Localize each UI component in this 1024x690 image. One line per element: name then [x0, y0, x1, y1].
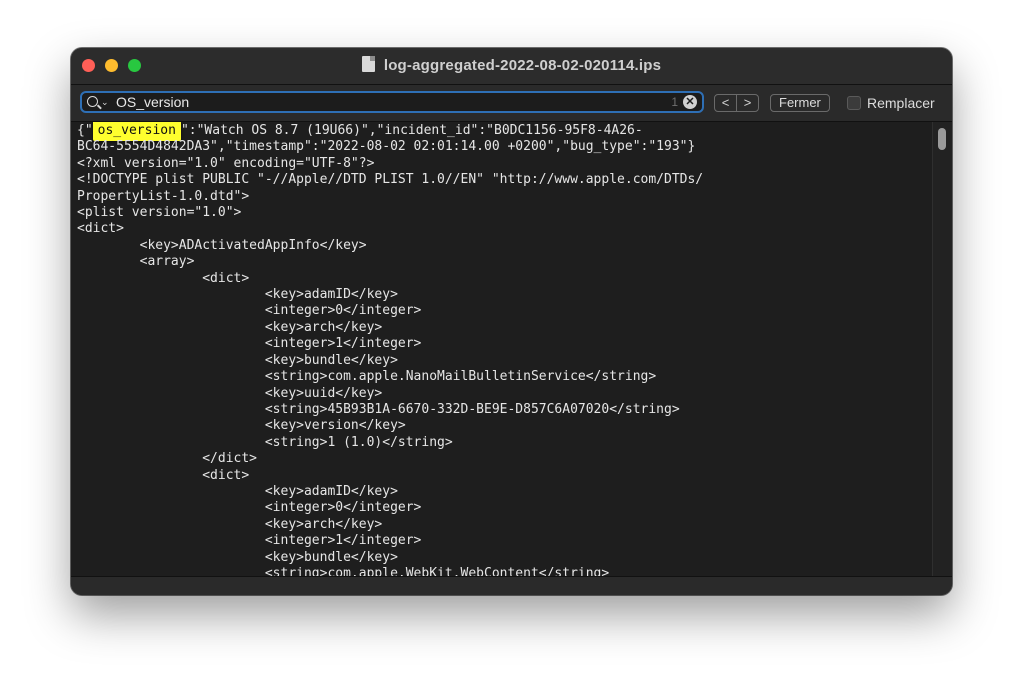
- match-count: 1: [671, 95, 678, 109]
- code-line: <key>adamID</key>: [77, 483, 398, 499]
- code-line: PropertyList-1.0.dtd">: [77, 188, 250, 204]
- window-bottom-bar: [71, 576, 952, 595]
- code-line: <key>bundle</key>: [77, 549, 398, 565]
- search-icon: [87, 96, 98, 107]
- find-bar: ⌄ OS_version 1 ✕ < > Fermer Remplacer: [71, 85, 952, 122]
- title-bar[interactable]: log-aggregated-2022-08-02-020114.ips: [71, 48, 952, 85]
- code-rest: ":"Watch OS 8.7 (19U66)","incident_id":"…: [180, 123, 643, 138]
- code-line: <array>: [77, 254, 195, 270]
- window-title-text: log-aggregated-2022-08-02-020114.ips: [383, 57, 662, 74]
- text-editor-window: log-aggregated-2022-08-02-020114.ips ⌄ O…: [71, 48, 952, 595]
- code-line: <key>arch</key>: [77, 516, 383, 532]
- code-line: <key>adamID</key>: [77, 287, 398, 303]
- close-find-button[interactable]: Fermer: [770, 94, 830, 112]
- code-lines: BC64-5554D4842DA3","timestamp":"2022-08-…: [77, 139, 703, 577]
- code-line: <integer>0</integer>: [77, 303, 422, 319]
- match-navigation: < >: [714, 94, 759, 112]
- code-line: <key>ADActivatedAppInfo</key>: [77, 237, 367, 253]
- code-line: <!DOCTYPE plist PUBLIC "-//Apple//DTD PL…: [77, 172, 704, 188]
- search-options-button[interactable]: ⌄: [87, 94, 109, 109]
- scroll-thumb[interactable]: [938, 128, 946, 150]
- code-line: <integer>1</integer>: [77, 533, 422, 549]
- code-line: <key>bundle</key>: [77, 352, 398, 368]
- code-line: <integer>1</integer>: [77, 336, 422, 352]
- vertical-scrollbar[interactable]: [932, 122, 952, 577]
- clear-search-button[interactable]: ✕: [683, 95, 697, 109]
- code-line: <string>1 (1.0)</string>: [77, 434, 453, 450]
- code-prefix: {": [77, 123, 93, 138]
- code-line: <key>arch</key>: [77, 319, 383, 335]
- code-line: <string>com.apple.NanoMailBulletinServic…: [77, 369, 657, 385]
- next-match-button[interactable]: >: [736, 95, 758, 111]
- search-field-value[interactable]: OS_version: [116, 94, 189, 110]
- code-line: <dict>: [77, 270, 250, 286]
- code-line: {" os_version ":"Watch OS 8.7 (19U66)","in…: [77, 122, 643, 141]
- previous-match-button[interactable]: <: [715, 95, 736, 111]
- code-line: <integer>0</integer>: [77, 500, 422, 516]
- chevron-down-icon: ⌄: [101, 97, 109, 107]
- replace-checkbox[interactable]: [847, 96, 861, 110]
- code-line: <key>uuid</key>: [77, 385, 383, 401]
- code-line: <string>45B93B1A-6670-332D-BE9E-D857C6A0…: [77, 401, 680, 417]
- search-highlight: os_version: [92, 122, 181, 141]
- code-line: </dict>: [77, 451, 258, 467]
- code-line: <?xml version="1.0" encoding="UTF-8"?>: [77, 155, 375, 171]
- code-line: BC64-5554D4842DA3","timestamp":"2022-08-…: [77, 139, 696, 155]
- code-line: <dict>: [77, 467, 250, 483]
- search-input[interactable]: ⌄ OS_version 1 ✕: [80, 91, 704, 113]
- window-title: log-aggregated-2022-08-02-020114.ips: [71, 56, 952, 74]
- code-line: <dict>: [77, 221, 124, 237]
- text-editor[interactable]: {" os_version ":"Watch OS 8.7 (19U66)","in…: [71, 122, 933, 577]
- editor-content[interactable]: {" os_version ":"Watch OS 8.7 (19U66)","in…: [77, 122, 703, 577]
- document-icon[interactable]: [361, 56, 375, 72]
- code-line: <key>version</key>: [77, 418, 406, 434]
- code-line: <plist version="1.0">: [77, 205, 242, 221]
- replace-label[interactable]: Remplacer: [867, 95, 935, 111]
